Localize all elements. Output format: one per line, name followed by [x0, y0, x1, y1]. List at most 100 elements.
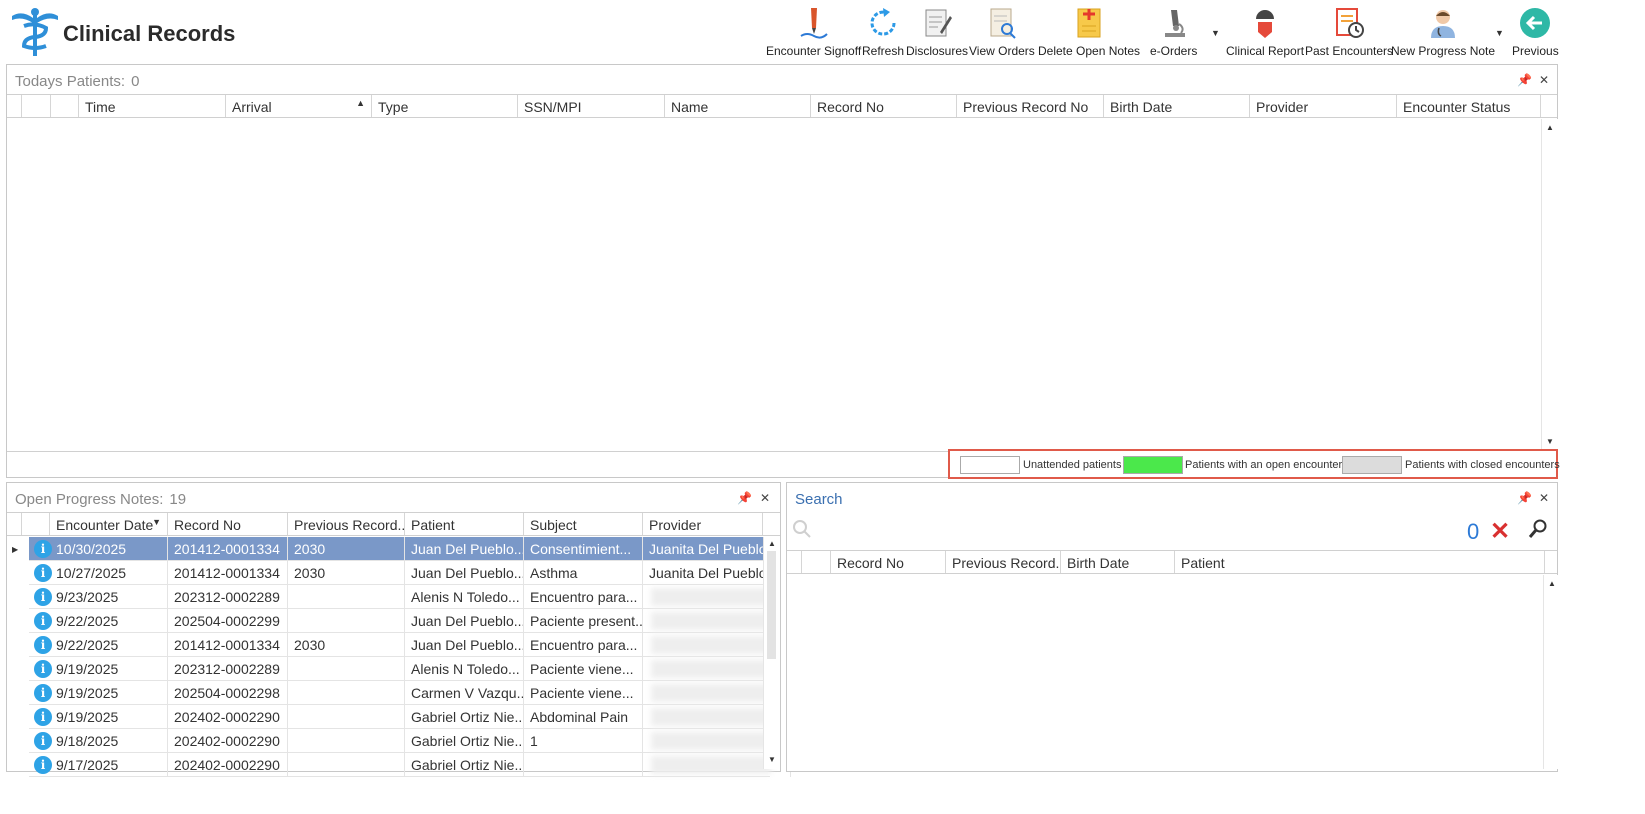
- column-header-encounter-date[interactable]: Encounter Date ▼: [50, 513, 168, 535]
- view-orders-label: View Orders: [969, 44, 1035, 58]
- delete-open-notes-button[interactable]: Delete Open Notes: [1038, 6, 1140, 62]
- column-header-provider[interactable]: Provider: [643, 513, 763, 535]
- close-icon[interactable]: ✕: [760, 491, 770, 505]
- previous-button[interactable]: Previous: [1512, 6, 1559, 62]
- table-row[interactable]: i 9/19/2025 202504-0002298 Carmen V Vazqu..…: [29, 681, 791, 705]
- refresh-label: Refresh: [862, 44, 905, 58]
- todays-patients-title: Todays Patients: 0: [15, 73, 139, 90]
- column-header-previous-record[interactable]: Previous Record...: [946, 551, 1061, 573]
- table-row[interactable]: i 9/17/2025 202402-0002290 Gabriel Ortiz Ni…: [29, 753, 791, 777]
- delete-open-notes-label: Delete Open Notes: [1038, 44, 1141, 58]
- new-progress-note-button[interactable]: New Progress Note: [1391, 6, 1495, 62]
- table-cell-date: 9/17/2025: [50, 753, 168, 777]
- table-cell-record: 202504-0002298: [168, 681, 288, 705]
- e-orders-button[interactable]: e-Orders: [1150, 6, 1197, 62]
- clinical-report-button[interactable]: Clinical Report: [1226, 6, 1304, 62]
- scrollbar-thumb[interactable]: [767, 551, 776, 659]
- table-cell-patient: Gabriel Ortiz Nie...: [405, 729, 524, 753]
- refresh-button[interactable]: Refresh: [862, 6, 904, 62]
- redacted-provider: [651, 708, 771, 726]
- pin-icon[interactable]: 📌: [737, 491, 752, 505]
- encounter-signoff-label: Encounter Signoff: [766, 44, 862, 58]
- back-arrow-icon: [1520, 8, 1551, 38]
- column-header-arrival[interactable]: Arrival ▲: [226, 95, 372, 117]
- scroll-up-icon[interactable]: ▲: [1548, 579, 1556, 588]
- column-header-time[interactable]: Time: [79, 95, 226, 117]
- table-row[interactable]: i 10/30/2025 201412-0001334 2030 Juan Del Pu…: [29, 537, 791, 561]
- search-scrollbar[interactable]: ▲: [1543, 575, 1560, 769]
- pin-icon[interactable]: 📌: [1517, 491, 1532, 505]
- delete-notes-icon: [1077, 8, 1101, 38]
- column-header-encounter-status[interactable]: Encounter Status: [1397, 95, 1541, 117]
- column-header-type[interactable]: Type: [372, 95, 518, 117]
- view-orders-button[interactable]: View Orders: [969, 6, 1035, 62]
- column-header-name[interactable]: Name: [665, 95, 811, 117]
- table-cell-prev: 2030: [288, 561, 405, 585]
- column-header-previous-record-no[interactable]: Previous Record No: [957, 95, 1104, 117]
- search-go-icon[interactable]: [1527, 518, 1549, 540]
- legend-closed-label: Patients with closed encounters: [1405, 459, 1560, 471]
- close-icon[interactable]: ✕: [1539, 73, 1549, 87]
- table-row[interactable]: i 9/19/2025 202312-0002289 Alenis N Toledo.…: [29, 657, 791, 681]
- pin-icon[interactable]: 📌: [1517, 73, 1532, 87]
- column-header-record-no[interactable]: Record No: [811, 95, 957, 117]
- column-header-record-no[interactable]: Record No: [168, 513, 288, 535]
- past-encounters-button[interactable]: Past Encounters: [1305, 6, 1393, 62]
- table-cell-record: 201412-0001334: [168, 561, 288, 585]
- column-header-patient[interactable]: Patient: [405, 513, 524, 535]
- close-icon[interactable]: ✕: [1539, 491, 1549, 505]
- legend-unattended-label: Unattended patients: [1023, 459, 1122, 471]
- scroll-down-icon[interactable]: ▼: [768, 755, 776, 764]
- table-row[interactable]: i 9/22/2025 202504-0002299 Juan Del Pueblo.…: [29, 609, 791, 633]
- table-row[interactable]: i 10/27/2025 201412-0001334 2030 Juan Del Pu…: [29, 561, 791, 585]
- table-cell-record: 202504-0002299: [168, 609, 288, 633]
- table-cell-date: 10/30/2025: [50, 537, 168, 561]
- table-row[interactable]: i 9/23/2025 202312-0002289 Alenis N Toledo.…: [29, 585, 791, 609]
- table-cell-subject: Paciente present...: [524, 609, 643, 633]
- sort-descending-icon: ▼: [152, 517, 161, 527]
- disclosures-button[interactable]: Disclosures: [906, 6, 968, 62]
- table-row[interactable]: i 9/19/2025 202402-0002290 Gabriel Ortiz Ni…: [29, 705, 791, 729]
- open-notes-title-text: Open Progress Notes:: [15, 491, 164, 508]
- table-cell-record: 202402-0002290: [168, 729, 288, 753]
- column-header-subject[interactable]: Subject: [524, 513, 643, 535]
- todays-patients-header: Todays Patients: 0 📌 ✕: [7, 65, 1557, 95]
- clear-search-icon[interactable]: ✕: [1490, 517, 1510, 546]
- open-notes-count: 19: [169, 491, 187, 508]
- legend-closed-swatch: [1342, 456, 1402, 474]
- column-header-ssn-mpi[interactable]: SSN/MPI: [518, 95, 665, 117]
- table-cell-patient: Alenis N Toledo...: [405, 585, 524, 609]
- table-cell-prev: 2030: [288, 633, 405, 657]
- todays-patients-panel: Todays Patients: 0 📌 ✕ Time Arrival ▲ Type…: [6, 64, 1558, 478]
- search-icon[interactable]: [791, 518, 813, 540]
- table-cell-subject: Abdominal Pain: [524, 705, 643, 729]
- search-grid-header: Record No Previous Record... Birth Date …: [787, 550, 1557, 574]
- column-header-previous-record[interactable]: Previous Record...: [288, 513, 405, 535]
- table-cell-prev: [288, 657, 405, 681]
- encounter-signoff-button[interactable]: Encounter Signoff: [766, 6, 861, 62]
- table-cell-date: 9/22/2025: [50, 609, 168, 633]
- column-header-birth-date[interactable]: Birth Date: [1104, 95, 1250, 117]
- table-row[interactable]: i 9/22/2025 201412-0001334 2030 Juan Del Pue…: [29, 633, 791, 657]
- scroll-down-icon[interactable]: ▼: [1546, 437, 1554, 446]
- new-progress-note-dropdown-icon[interactable]: ▼: [1495, 28, 1504, 38]
- table-cell-patient: Juan Del Pueblo...: [405, 537, 524, 561]
- column-header-patient[interactable]: Patient: [1175, 551, 1545, 573]
- e-orders-dropdown-icon[interactable]: ▼: [1211, 28, 1220, 38]
- past-encounters-icon: [1336, 8, 1365, 38]
- open-notes-title: Open Progress Notes: 19: [15, 491, 186, 508]
- column-header-provider[interactable]: Provider: [1250, 95, 1397, 117]
- todays-patients-title-text: Todays Patients:: [15, 73, 126, 90]
- scroll-up-icon[interactable]: ▲: [1546, 123, 1554, 132]
- caduceus-logo-icon: [12, 8, 58, 56]
- table-cell-prev: [288, 681, 405, 705]
- table-row[interactable]: i 9/18/2025 202402-0002290 Gabriel Ortiz Ni…: [29, 729, 791, 753]
- column-header-record-no[interactable]: Record No: [831, 551, 946, 573]
- view-orders-icon: [990, 8, 1016, 39]
- header-spacer: [7, 513, 22, 535]
- open-notes-scrollbar[interactable]: ▲ ▼: [763, 537, 780, 769]
- todays-patients-scrollbar[interactable]: ▲ ▼: [1541, 119, 1558, 451]
- column-header-birth-date[interactable]: Birth Date: [1061, 551, 1175, 573]
- todays-patients-grid-header: Time Arrival ▲ Type SSN/MPI Name Record N…: [7, 94, 1557, 118]
- scroll-up-icon[interactable]: ▲: [768, 539, 776, 548]
